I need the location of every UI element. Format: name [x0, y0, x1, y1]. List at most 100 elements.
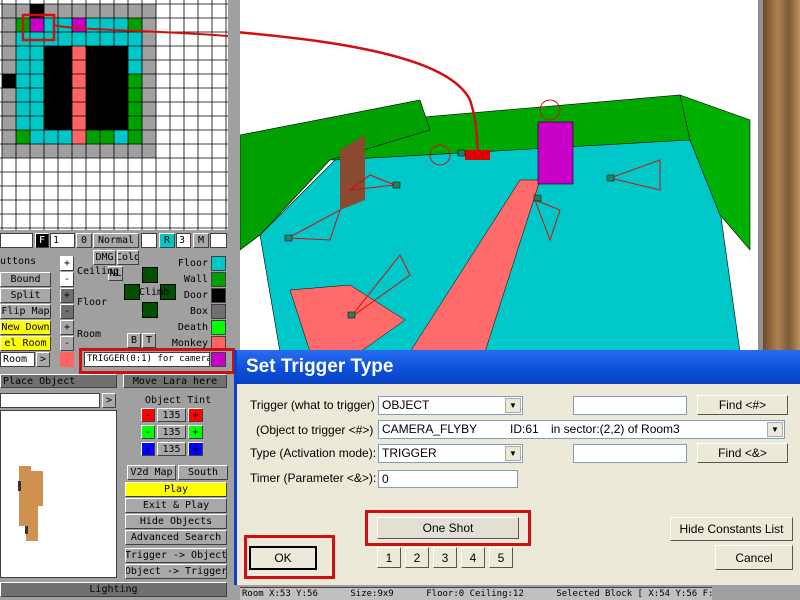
r-value-field[interactable]: 3: [176, 233, 191, 248]
3d-viewport[interactable]: [240, 0, 760, 352]
find-hash-button[interactable]: Find <#>: [697, 395, 788, 415]
legend-swatch[interactable]: [211, 304, 226, 319]
codebit-3-toggle[interactable]: 3: [433, 547, 457, 568]
texture-panel[interactable]: [763, 0, 800, 352]
codebit-5-toggle[interactable]: 5: [489, 547, 513, 568]
object-to-trigger-button[interactable]: Object -> Trigger: [125, 564, 227, 579]
trigger-label: Trigger (what to trigger) :: [250, 398, 382, 412]
hide-objects-button[interactable]: Hide Objects: [125, 514, 227, 529]
map-scrollbar[interactable]: [228, 0, 240, 230]
trigger-param-field[interactable]: [573, 396, 687, 415]
object-preview: [0, 410, 117, 578]
del-room-button[interactable]: el Room: [0, 336, 51, 351]
lighting-bar[interactable]: Lighting: [0, 582, 227, 597]
trigger-select[interactable]: OBJECT ▼: [378, 396, 523, 415]
bound-button[interactable]: Bound: [0, 272, 51, 287]
floor-minus-button[interactable]: -: [60, 304, 74, 319]
tint-red-minus[interactable]: -: [141, 408, 155, 422]
map-sector: [128, 102, 142, 116]
codebit-2-toggle[interactable]: 2: [405, 547, 429, 568]
tint-red-plus[interactable]: +: [188, 408, 203, 422]
chevron-down-icon[interactable]: ▼: [505, 398, 521, 413]
normal-button[interactable]: Normal: [93, 233, 139, 248]
map-sector: [58, 88, 72, 102]
map-sector: [142, 46, 156, 60]
move-lara-button[interactable]: Move Lara here: [123, 374, 227, 388]
v2d-map-button[interactable]: V2d Map: [127, 465, 176, 480]
zero-button[interactable]: 0: [76, 233, 92, 248]
type-param-field[interactable]: [573, 444, 687, 463]
place-object-button[interactable]: Place Object: [0, 374, 117, 388]
room-plus-button[interactable]: +: [60, 320, 74, 335]
chevron-down-icon[interactable]: ▼: [505, 446, 521, 461]
map-sector: [114, 60, 128, 74]
room-grid-map[interactable]: [0, 0, 228, 230]
map-sector: [100, 32, 114, 46]
split-button[interactable]: Split: [0, 288, 51, 303]
tint-blue-plus[interactable]: +: [188, 442, 203, 456]
type-select[interactable]: TRIGGER ▼: [378, 444, 523, 463]
tint-green-plus[interactable]: +: [188, 425, 203, 439]
map-sector: [58, 32, 72, 46]
map-sector: [142, 88, 156, 102]
object-sector: in sector:(2,2) of Room3: [551, 422, 680, 436]
legend-swatch[interactable]: [211, 320, 226, 335]
timer-field[interactable]: 0: [378, 470, 518, 488]
map-sector: [58, 4, 72, 18]
floor-label: Floor: [77, 297, 108, 308]
object-next-button[interactable]: >: [102, 393, 116, 408]
f-value-field[interactable]: 1: [50, 233, 75, 248]
exit-play-button[interactable]: Exit & Play: [125, 498, 227, 513]
south-button[interactable]: South: [178, 465, 228, 480]
t-button[interactable]: T: [142, 333, 156, 348]
legend-swatch[interactable]: [211, 272, 226, 287]
map-sector: [58, 102, 72, 116]
ceiling-plus-button[interactable]: +: [60, 256, 74, 271]
map-sector: [142, 102, 156, 116]
codebit-4-toggle[interactable]: 4: [461, 547, 485, 568]
legend-swatch[interactable]: [211, 256, 226, 271]
room-minus-button[interactable]: -: [60, 336, 74, 351]
legend-swatch[interactable]: [211, 288, 226, 303]
cold-button[interactable]: Cold: [117, 250, 139, 265]
new-down-button[interactable]: New Down: [0, 320, 51, 335]
room-next-button[interactable]: >: [36, 352, 50, 367]
object-select[interactable]: CAMERA_FLYBY ID:61 in sector:(2,2) of Ro…: [378, 420, 785, 439]
map-sector: [30, 130, 44, 144]
map-sector: [86, 88, 100, 102]
codebit-1-toggle[interactable]: 1: [377, 547, 401, 568]
room-field[interactable]: Room: [0, 352, 35, 367]
play-button[interactable]: Play: [125, 482, 227, 497]
map-sector: [114, 4, 128, 18]
find-amp-button[interactable]: Find <&>: [697, 443, 788, 463]
tint-blue-minus[interactable]: -: [141, 442, 155, 456]
map-sector: [100, 60, 114, 74]
type-select-value: TRIGGER: [382, 446, 437, 460]
chevron-down-icon[interactable]: ▼: [767, 422, 783, 437]
map-sector: [58, 116, 72, 130]
dmg-button[interactable]: DMG: [93, 250, 116, 265]
climb-west-button[interactable]: [124, 284, 140, 300]
object-select-field[interactable]: [0, 393, 100, 408]
left-field[interactable]: [0, 233, 33, 248]
b-button[interactable]: B: [127, 333, 141, 348]
room-color-swatch[interactable]: [60, 352, 74, 367]
cancel-button[interactable]: Cancel: [715, 545, 793, 570]
climb-north-button[interactable]: [142, 267, 158, 283]
map-sector: [44, 116, 58, 130]
trigger-to-object-button[interactable]: Trigger -> Object: [125, 548, 227, 563]
map-sector: [16, 130, 30, 144]
map-sector: [2, 116, 16, 130]
blank-field[interactable]: [141, 233, 157, 248]
hide-constants-button[interactable]: Hide Constants List: [670, 517, 793, 541]
m-field[interactable]: [210, 233, 227, 248]
r-button[interactable]: R: [159, 233, 175, 248]
flip-map-button[interactable]: Flip Map: [0, 304, 51, 319]
floor-plus-button[interactable]: +: [60, 288, 74, 303]
tint-green-minus[interactable]: -: [141, 425, 155, 439]
m-button[interactable]: M: [193, 233, 209, 248]
climb-south-button[interactable]: [142, 302, 158, 318]
flag-f-button[interactable]: F: [35, 233, 49, 248]
ceiling-minus-button[interactable]: -: [60, 272, 74, 287]
advanced-search-button[interactable]: Advanced Search: [125, 530, 227, 545]
